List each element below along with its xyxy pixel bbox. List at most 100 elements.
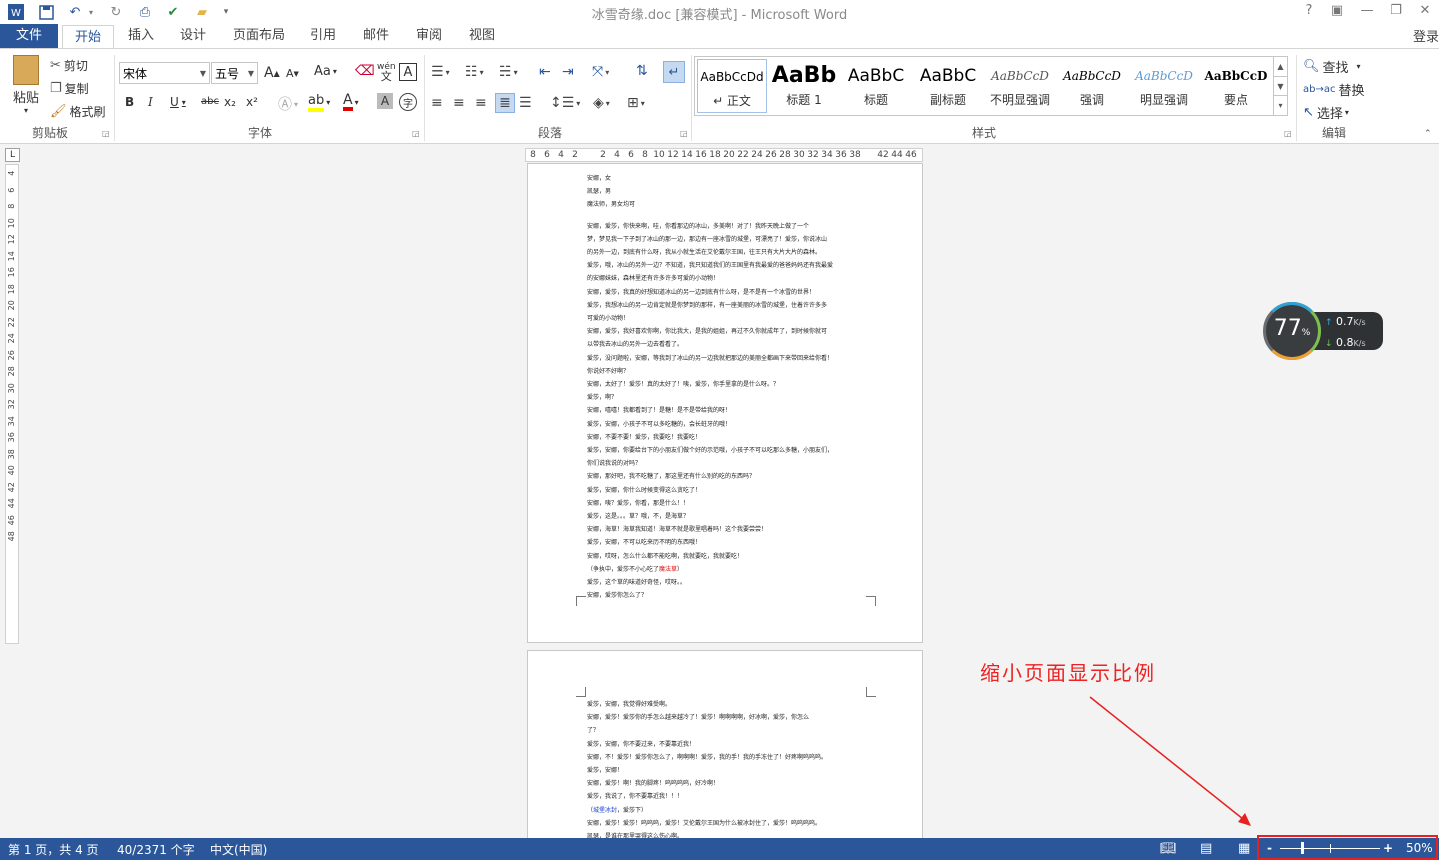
tab-insert[interactable]: 插入 — [120, 24, 162, 48]
select-button[interactable]: ↖ 选择 ▾ — [1303, 103, 1349, 122]
doc-line[interactable]: 安娜，不要不要！爱莎，我要吃！我要吃！ — [587, 431, 867, 444]
enclose-char-icon[interactable]: 字 — [399, 93, 417, 111]
font-color-icon[interactable]: A ▾ — [343, 93, 359, 111]
strikethrough-button[interactable]: abc — [201, 96, 219, 107]
horizontal-ruler[interactable]: 8 6 4 2 2 4 6 8 10 12 14 16 18 20 22 24 26 28 30 32 34 36 38 42… — [525, 148, 923, 162]
word-count[interactable]: 40/2371 个字 — [117, 841, 195, 858]
doc-line[interactable]: 爱莎，安娜，你要给台下的小朋友们做个好的示范哦，小孩子不可以吃那么多糖，小朋友们… — [587, 444, 867, 457]
doc-line[interactable]: 魔法师，男女均可 — [587, 198, 867, 211]
close-icon[interactable]: ✕ — [1410, 3, 1439, 18]
paste-button[interactable]: 粘贴 ▾ — [8, 55, 44, 117]
copy-button[interactable]: ❐ 复制 — [50, 80, 89, 97]
show-marks-icon[interactable]: ↵ — [663, 61, 685, 83]
page-count[interactable]: 第 1 页，共 4 页 — [8, 841, 99, 858]
style-normal[interactable]: AaBbCcDd ↵ 正文 — [697, 59, 767, 113]
style-strong[interactable]: AaBbCcD 要点 — [1201, 59, 1271, 113]
doc-line[interactable]: 爱莎，安娜！ — [587, 764, 867, 777]
gallery-up-icon[interactable]: ▲ — [1273, 57, 1287, 76]
page-1-text[interactable]: 安娜，女 凯瑟，男 魔法师，男女均可 安娜，爱莎，你快来啊，哇，你看那边的冰山，多美啊… — [587, 172, 867, 603]
tab-view[interactable]: 视图 — [461, 24, 503, 48]
justify-icon[interactable]: ≣ — [495, 93, 515, 113]
subscript-button[interactable]: x₂ — [224, 95, 236, 109]
replace-button[interactable]: ab→ac 替换 — [1303, 80, 1365, 99]
align-left-icon[interactable]: ≡ — [431, 95, 443, 111]
align-center-icon[interactable]: ≡ — [453, 95, 465, 111]
collapse-ribbon-icon[interactable]: ⌃ — [1424, 129, 1432, 139]
doc-line[interactable]: 安娜，嘻嘻！我都看到了！是糖！是不是带给我的呀！ — [587, 404, 867, 417]
doc-line[interactable]: 安娜，那好吧，我不吃糖了，那这里还有什么别的吃的东西吗？ — [587, 470, 867, 483]
align-right-icon[interactable]: ≡ — [475, 95, 487, 111]
doc-line[interactable]: 安娜，女 — [587, 172, 867, 185]
doc-line[interactable]: 爱莎，啊？ — [587, 391, 867, 404]
borders-icon[interactable]: ⊞ ▾ — [627, 95, 645, 111]
restore-icon[interactable]: ❐ — [1381, 3, 1411, 18]
doc-line[interactable]: 安娜，哎呀，怎么什么都不能吃啊，我就要吃，我就要吃！ — [587, 550, 867, 563]
doc-line[interactable]: 凯瑟，男 — [587, 185, 867, 198]
tab-review[interactable]: 审阅 — [408, 24, 450, 48]
doc-line[interactable]: 安娜，爱莎！爱莎！呜呜呜，爱莎！艾伦戴尔王国为什么被冰封住了，爱莎！呜呜呜呜。 — [587, 817, 867, 830]
italic-button[interactable]: I — [148, 95, 153, 109]
change-case-button[interactable]: Aa ▾ — [314, 64, 337, 79]
style-intense-emphasis[interactable]: AaBbCcD 明显强调 — [1129, 59, 1199, 113]
doc-line[interactable]: 爱莎，我想冰山的另一边肯定就是你梦到的那样，有一座美丽的冰雪的城堡，住着许许多多 — [587, 299, 867, 312]
doc-line[interactable]: 爱莎，安娜，我觉得好难受啊。 — [587, 698, 867, 711]
distributed-icon[interactable]: ☰ — [519, 95, 532, 111]
tab-design[interactable]: 设计 — [172, 24, 214, 48]
doc-line[interactable]: 安娜，爱莎！爱莎你的手怎么越来越冷了！爱莎！啊啊啊啊，好冰啊，爱莎，你怎么 — [587, 711, 867, 724]
phonetic-guide-button[interactable]: wén 文 — [377, 62, 396, 82]
doc-line[interactable]: 爱莎，安娜，小孩子不可以多吃糖的，会长蛀牙的哦！ — [587, 418, 867, 431]
help-button[interactable]: ? — [1294, 3, 1324, 18]
doc-line[interactable] — [587, 212, 867, 220]
doc-line[interactable]: （争执中，爱莎不小心吃了魔法草） — [587, 563, 867, 576]
web-layout-icon[interactable]: ▦ — [1238, 841, 1250, 856]
clipboard-launcher-icon[interactable]: ◲ — [102, 129, 110, 138]
highlight-icon[interactable]: ab ▾ — [308, 93, 330, 112]
font-size-select[interactable]: 五号 ▼ — [211, 62, 258, 84]
read-mode-icon[interactable]: 📖︎ — [1160, 841, 1177, 856]
paragraph-launcher-icon[interactable]: ◲ — [680, 129, 688, 138]
doc-line[interactable]: 安娜，爱莎，我真的好想知道冰山的另一边到底有什么呀，是不是有一个冰雪的世界！ — [587, 286, 867, 299]
tab-selector[interactable]: L — [5, 148, 20, 162]
font-launcher-icon[interactable]: ◲ — [412, 129, 420, 138]
bold-button[interactable]: B — [125, 95, 134, 109]
tab-mailings[interactable]: 邮件 — [355, 24, 397, 48]
superscript-button[interactable]: x² — [246, 95, 258, 109]
doc-line[interactable]: 你们说我说的对吗？ — [587, 457, 867, 470]
style-subtitle[interactable]: AaBbC 副标题 — [913, 59, 983, 113]
language-indicator[interactable]: 中文(中国) — [210, 841, 267, 858]
doc-line[interactable]: 可爱的小动物！ — [587, 312, 867, 325]
format-painter-button[interactable]: 🖌 格式刷 — [50, 103, 106, 120]
style-emphasis[interactable]: AaBbCcD 强调 — [1057, 59, 1127, 113]
tab-references[interactable]: 引用 — [302, 24, 344, 48]
sort-icon[interactable]: ⇅ — [636, 63, 648, 79]
doc-line[interactable]: 安娜，爱莎你怎么了？ — [587, 589, 867, 602]
vertical-ruler[interactable]: 4 6 8 10 12 14 16 18 20 22 24 26 28 30 32 34 36 38 40 42 44 4… — [5, 164, 19, 644]
clear-format-icon[interactable]: ⌫ — [355, 63, 375, 79]
find-button[interactable]: 🔍︎ 查找 ▾ — [1303, 57, 1361, 76]
gallery-down-icon[interactable]: ▼ — [1273, 76, 1287, 95]
gallery-more-icon[interactable]: ▾ — [1273, 95, 1287, 115]
doc-line[interactable]: 安娜，爱莎，我好喜欢你啊，你比我大，是我的姐姐，再过不久你就成年了，到时候你就可 — [587, 325, 867, 338]
doc-line[interactable]: 爱莎，安娜，不可以吃来历不明的东西哦！ — [587, 536, 867, 549]
doc-line[interactable]: 爱莎，安娜，你什么时候变得这么贪吃了！ — [587, 484, 867, 497]
chinese-layout-icon[interactable]: ⤧ ▾ — [592, 64, 609, 80]
tab-home[interactable]: 开始 — [62, 25, 114, 49]
shading-icon[interactable]: ◈ ▾ — [593, 95, 610, 111]
underline-button[interactable]: U ▾ — [170, 95, 186, 109]
document-page-2[interactable]: 爱莎，安娜，我觉得好难受啊。 安娜，爱莎！爱莎你的手怎么越来越冷了！爱莎！啊啊啊啊… — [527, 650, 923, 840]
increase-indent-icon[interactable]: ⇥ — [562, 64, 574, 80]
style-heading-1[interactable]: AaBb 标题 1 — [769, 59, 839, 113]
doc-line[interactable]: 爱莎，安娜，你不要过来，不要靠近我！ — [587, 738, 867, 751]
doc-line[interactable]: 安娜，爱莎！啊！我的脚疼！呜呜呜呜，好冷啊！ — [587, 777, 867, 790]
line-spacing-icon[interactable]: ↕☰ ▾ — [550, 95, 580, 111]
doc-line[interactable]: 安娜，海草！海草我知道！海草不就是歌里唱着吗！这个我要尝尝！ — [587, 523, 867, 536]
page-2-text[interactable]: 爱莎，安娜，我觉得好难受啊。 安娜，爱莎！爱莎你的手怎么越来越冷了！爱莎！啊啊啊啊… — [587, 698, 867, 843]
signin-link[interactable]: 登录 — [1413, 26, 1439, 45]
char-border-icon[interactable]: A — [399, 63, 417, 81]
char-shading-icon[interactable]: A — [377, 93, 393, 109]
doc-line[interactable]: 爱莎，没问题啦，安娜，等我到了冰山的另一边我就把那边的美丽全都画下来带回来给你看… — [587, 352, 867, 365]
doc-line[interactable]: 爱莎，哦，冰山的另外一边？不知道，我只知道我们的王国里有我最爱的爸爸妈妈还有我最… — [587, 259, 867, 272]
minimize-icon[interactable]: — — [1352, 3, 1382, 18]
styles-launcher-icon[interactable]: ◲ — [1284, 129, 1292, 138]
doc-line[interactable]: 安娜，不！爱莎！爱莎你怎么了，啊啊啊！爱莎，我的手！我的手冻住了！好疼啊呜呜呜。 — [587, 751, 867, 764]
